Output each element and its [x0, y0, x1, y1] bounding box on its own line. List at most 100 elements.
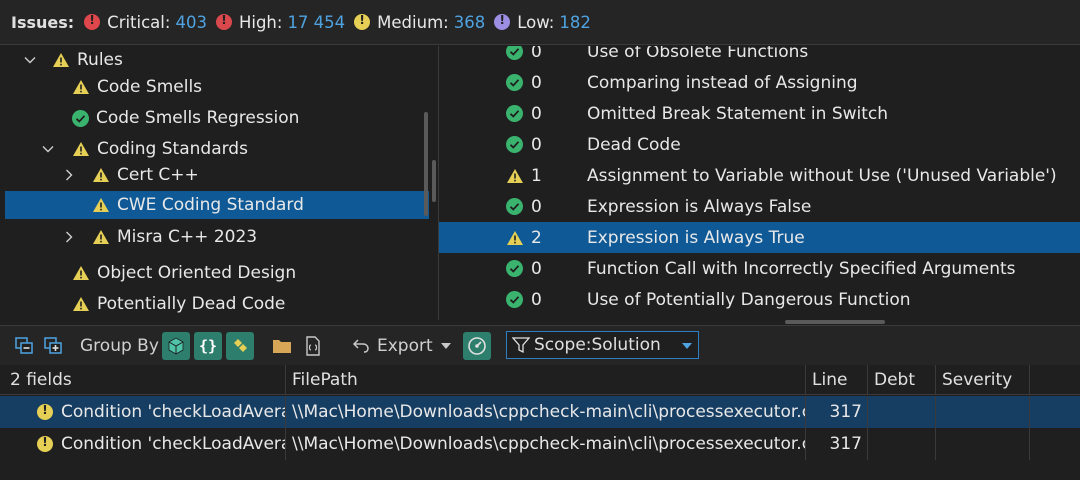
rule-row[interactable]: 0 Use of Potentially Dangerous Function [439, 284, 1080, 315]
cell-debt [868, 396, 936, 428]
tree-item-coding-standards[interactable]: Coding Standards [0, 135, 428, 163]
tree-item-misra-cpp-2023[interactable]: Misra C++ 2023 [0, 223, 428, 251]
group-by-namespace-button[interactable]: {} [194, 332, 222, 360]
low-filter[interactable]: Low: 182 [494, 13, 591, 32]
rule-issue-count: 1 [531, 165, 542, 186]
group-by-type-button[interactable] [226, 332, 254, 360]
tree-item-label: Cert C++ [117, 165, 199, 185]
warning-icon [93, 230, 109, 244]
high-count: 17 454 [287, 12, 346, 32]
table-row[interactable]: Condition 'checkLoadAverage \\Mac\Home\D… [0, 396, 1080, 428]
cell-severity [936, 396, 1030, 428]
rule-row[interactable]: 0 Use of Obsolete Functions [439, 46, 1080, 67]
low-icon [494, 13, 511, 30]
folder-icon [273, 340, 291, 353]
tree-item-cwe-coding-standard[interactable]: CWE Coding Standard [5, 191, 429, 219]
cell-filepath: \\Mac\Home\Downloads\cppcheck-main\cli\p… [286, 428, 806, 460]
dropdown-arrow-icon[interactable] [682, 343, 692, 349]
cube-icon [168, 337, 184, 355]
tree-item-potentially-dead-code[interactable]: Potentially Dead Code [0, 290, 428, 318]
warning-icon [93, 198, 109, 212]
copy-button[interactable] [299, 332, 327, 360]
undo-arrow-icon [352, 339, 369, 353]
column-header-severity[interactable]: Severity [936, 365, 1030, 395]
rule-row[interactable]: 0 Dead Code [439, 129, 1080, 160]
tree-item-label: Code Smells Regression [96, 108, 300, 128]
caret-down-icon [440, 343, 451, 349]
medium-count: 368 [453, 12, 486, 32]
warning-icon [507, 168, 523, 183]
document-icon [306, 336, 320, 356]
rule-row[interactable]: 0 Omitted Break Statement in Switch [439, 98, 1080, 129]
check-circle-icon [72, 109, 89, 127]
chevron-down-icon[interactable] [23, 53, 37, 67]
column-header-fields[interactable]: 2 fields [0, 365, 286, 395]
tree-item-rules[interactable]: Rules [0, 46, 428, 74]
low-label: Low: [517, 12, 555, 32]
tree-item-cert-cpp[interactable]: Cert C++ [0, 161, 428, 189]
medium-label: Medium: [377, 12, 449, 32]
warning-icon [507, 230, 523, 245]
chevron-right-icon[interactable] [62, 168, 76, 182]
tree-item-label: Coding Standards [97, 139, 248, 159]
tree-scrollbar[interactable] [424, 112, 428, 216]
rule-row-selected[interactable]: 2 Expression is Always True [439, 222, 1080, 253]
rule-name: Comparing instead of Assigning [587, 72, 858, 93]
tree-item-object-oriented-design[interactable]: Object Oriented Design [0, 259, 428, 287]
column-header-line[interactable]: Line [806, 365, 868, 395]
column-header-debt[interactable]: Debt [868, 365, 936, 395]
rule-issue-count: 0 [531, 289, 542, 310]
scope-dropdown[interactable]: Scope:Solution [506, 331, 699, 359]
scope-value: Scope:Solution [534, 335, 661, 355]
tree-item-code-smells-regression[interactable]: Code Smells Regression [0, 104, 428, 132]
splitter-handle[interactable] [432, 160, 436, 202]
check-circle-icon [506, 46, 523, 60]
filter-icon [512, 337, 530, 354]
critical-filter[interactable]: Critical: 403 [84, 13, 207, 32]
open-folder-button[interactable] [268, 332, 296, 360]
expand-all-button[interactable] [40, 332, 68, 360]
rule-row[interactable]: 1 Assignment to Variable without Use ('U… [439, 160, 1080, 191]
check-circle-icon [506, 291, 523, 308]
medium-filter[interactable]: Medium: 368 [354, 13, 485, 32]
warning-icon [93, 168, 109, 182]
medium-icon [354, 13, 371, 30]
warning-icon [73, 266, 89, 280]
tree-item-label: Misra C++ 2023 [117, 227, 258, 247]
rule-row[interactable]: 0 Function Call with Incorrectly Specifi… [439, 253, 1080, 284]
rule-name: Expression is Always False [587, 196, 812, 217]
export-button[interactable]: Export [352, 332, 451, 360]
issues-label: Issues: [11, 12, 75, 32]
low-count: 182 [559, 12, 591, 32]
chevron-down-icon[interactable] [41, 142, 55, 156]
collapse-all-button[interactable] [11, 332, 39, 360]
rules-horizontal-scrollbar[interactable] [785, 320, 885, 324]
cell-line: 317 [806, 396, 868, 428]
check-circle-icon [506, 136, 523, 153]
group-by-project-button[interactable] [162, 332, 190, 360]
rule-row[interactable]: 0 Expression is Always False [439, 191, 1080, 222]
warning-icon [73, 80, 89, 94]
braces-icon: {} [198, 337, 218, 355]
cell-filepath: \\Mac\Home\Downloads\cppcheck-main\cli\p… [286, 396, 806, 428]
chevron-right-icon[interactable] [62, 230, 76, 244]
issue-description: Condition 'checkLoadAverage [61, 402, 285, 422]
rule-issue-count: 0 [531, 196, 542, 217]
rule-issue-count: 0 [531, 103, 542, 124]
column-header-filepath[interactable]: FilePath [286, 365, 806, 395]
warning-icon [53, 53, 69, 67]
tree-item-label: Object Oriented Design [97, 263, 297, 283]
tree-item-code-smells[interactable]: Code Smells [0, 73, 428, 101]
issues-summary-bar: Issues: Critical: 403 High: 17 454 Mediu… [0, 0, 1080, 45]
issue-description: Condition 'checkLoadAverage [61, 434, 285, 454]
table-row[interactable]: Condition 'checkLoadAverage \\Mac\Home\D… [0, 428, 1080, 460]
check-circle-icon [506, 74, 523, 91]
rule-name: Use of Obsolete Functions [587, 46, 809, 62]
high-filter[interactable]: High: 17 454 [215, 12, 346, 32]
rule-issue-count: 0 [531, 134, 542, 155]
export-label: Export [377, 336, 433, 356]
refresh-button[interactable] [463, 332, 491, 360]
rule-issue-count: 0 [531, 72, 542, 93]
rule-row[interactable]: 0 Comparing instead of Assigning [439, 67, 1080, 98]
tree-item-label: Code Smells [97, 77, 203, 97]
